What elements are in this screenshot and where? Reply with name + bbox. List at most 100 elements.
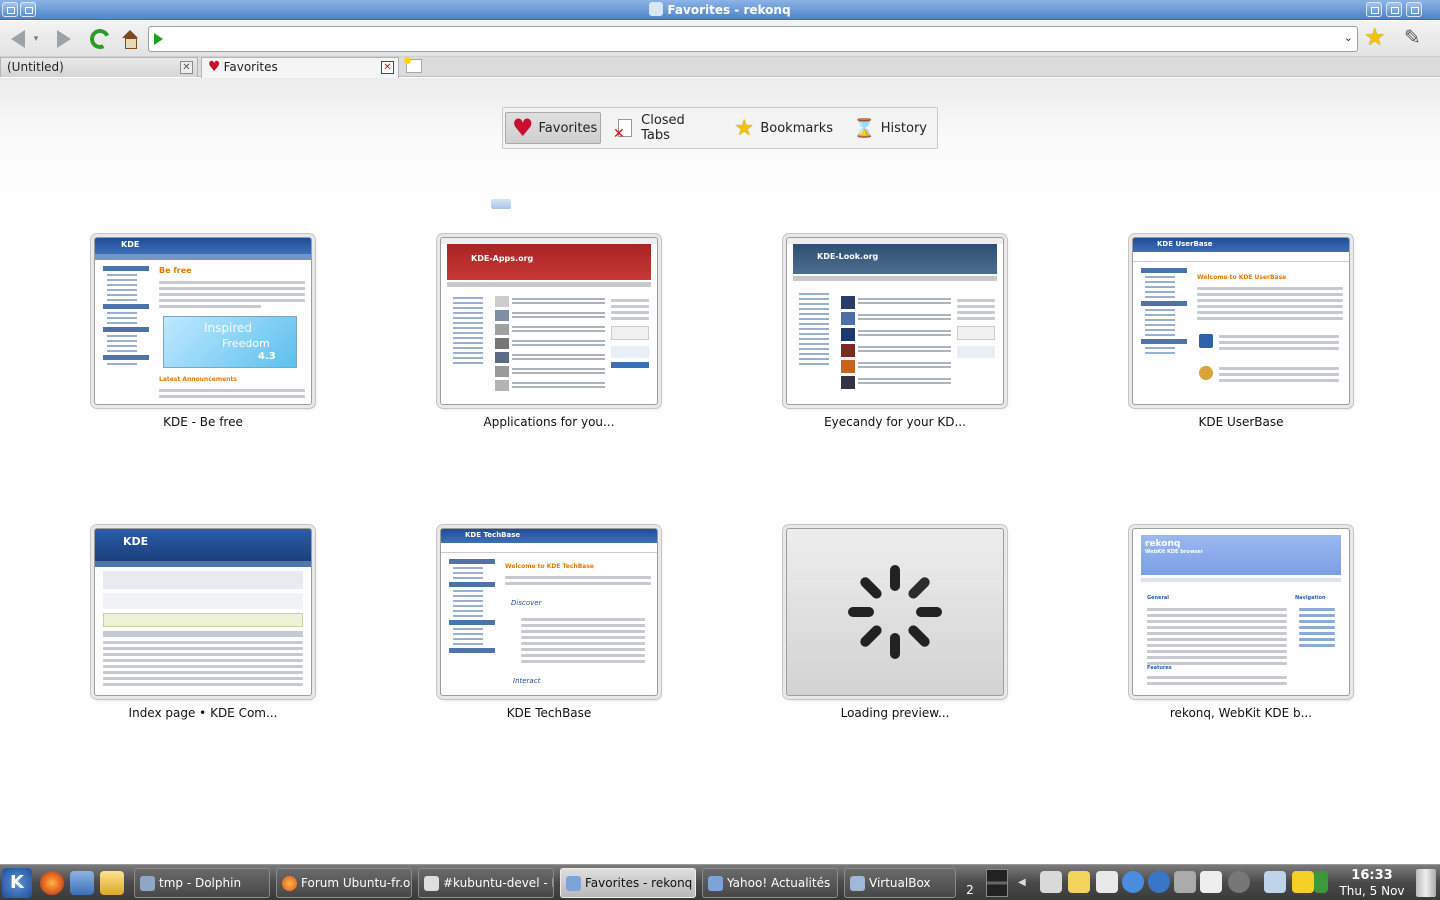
kde-menu-icon[interactable]: K xyxy=(2,868,32,898)
device-notifier-icon[interactable] xyxy=(1174,871,1196,893)
star-icon: ★ xyxy=(734,115,755,141)
tab-label: Favorites xyxy=(223,60,278,74)
close-window-button[interactable] xyxy=(1406,2,1422,17)
section-switcher: ♥ Favorites ✕ Closed Tabs ★ Bookmarks ⌛ Hist… xyxy=(502,107,938,149)
file-manager-icon[interactable] xyxy=(70,871,94,895)
section-bookmarks[interactable]: ★ Bookmarks xyxy=(727,112,839,144)
mini-page-header: KDE UserBase xyxy=(1133,238,1349,252)
preview-kde-userbase[interactable]: KDE UserBase Welcome to KDE UserBase xyxy=(1132,237,1350,405)
section-closed-tabs[interactable]: ✕ Closed Tabs xyxy=(607,112,721,144)
trash-icon[interactable] xyxy=(1416,869,1436,897)
task-forum-ubuntu[interactable]: Forum Ubuntu-fr.o xyxy=(276,868,412,898)
close-tab-icon[interactable]: ✕ xyxy=(381,61,394,74)
preview-kde-community-forums[interactable]: KDE xyxy=(94,528,312,696)
battery-icon[interactable] xyxy=(1314,871,1328,893)
heart-icon: ♥ xyxy=(208,59,221,75)
preview-caption[interactable]: rekonq, WebKit KDE b... xyxy=(1111,706,1371,720)
new-tab-page: ♥ Favorites ✕ Closed Tabs ★ Bookmarks ⌛ Hist… xyxy=(0,78,1440,864)
firefox-icon[interactable] xyxy=(40,871,64,895)
task-dolphin[interactable]: tmp - Dolphin xyxy=(134,868,270,898)
back-button[interactable] xyxy=(6,27,30,51)
task-virtualbox[interactable]: VirtualBox xyxy=(844,868,956,898)
new-tab-icon[interactable] xyxy=(404,57,422,73)
preview-caption[interactable]: Applications for you... xyxy=(419,415,679,429)
info-icon[interactable] xyxy=(1228,871,1250,893)
go-icon[interactable] xyxy=(154,33,163,45)
mini-heading: Latest Announcements xyxy=(159,376,237,383)
mini-heading: Welcome to KDE UserBase xyxy=(1197,274,1287,281)
task-group-count[interactable]: 2 xyxy=(960,868,980,898)
window-title: Favorites - rekonq xyxy=(0,2,1440,17)
task-kubuntu-devel[interactable]: #kubuntu-devel - I xyxy=(418,868,554,898)
mini-page-header: KDE xyxy=(95,529,311,561)
url-history-dropdown[interactable]: ⌄ xyxy=(1344,31,1353,44)
rekonq-icon xyxy=(566,876,581,891)
chat-icon xyxy=(424,876,439,891)
url-bar[interactable]: ⌄ xyxy=(148,26,1358,52)
taskbar: K tmp - Dolphin Forum Ubuntu-fr.o #kubun… xyxy=(0,864,1440,900)
dolphin-icon xyxy=(140,876,155,891)
tools-menu-icon[interactable]: ✎ xyxy=(1404,27,1421,47)
hourglass-icon: ⌛ xyxy=(853,117,876,139)
mini-page-header: KDE-Look.org xyxy=(793,244,997,274)
tab-favorites[interactable]: ♥ Favorites ✕ xyxy=(201,57,399,78)
tray-expand-icon[interactable]: ◀ xyxy=(1018,877,1026,888)
preview-applications[interactable]: KDE-Apps.org xyxy=(440,237,658,405)
preview-caption[interactable]: KDE UserBase xyxy=(1111,415,1371,429)
preview-caption[interactable]: KDE TechBase xyxy=(419,706,679,720)
display-icon[interactable] xyxy=(1264,871,1286,893)
notes-icon[interactable] xyxy=(1096,871,1118,893)
mini-heading: Be free xyxy=(159,266,192,275)
inspired-banner: Inspired Freedom 4.3 xyxy=(163,316,297,368)
preview-caption[interactable]: Loading preview... xyxy=(765,706,1025,720)
task-yahoo[interactable]: Yahoo! Actualités xyxy=(702,868,838,898)
reload-button[interactable] xyxy=(87,26,113,52)
mini-page-header: KDE TechBase xyxy=(441,529,657,543)
folder-icon[interactable] xyxy=(100,871,124,895)
url-input[interactable] xyxy=(169,30,1329,48)
preview-caption[interactable]: Index page • KDE Com... xyxy=(73,706,333,720)
mini-page-header: KDE-Apps.org xyxy=(447,244,651,280)
tab-untitled[interactable]: (Untitled) ✕ xyxy=(0,57,198,77)
preview-eyecandy[interactable]: KDE-Look.org xyxy=(786,237,1004,405)
power-icon[interactable] xyxy=(1292,871,1314,893)
volume-icon[interactable] xyxy=(1040,871,1062,893)
minimize-button[interactable] xyxy=(1366,2,1382,17)
maximize-button[interactable] xyxy=(1386,2,1402,17)
rekonq-icon xyxy=(708,876,723,891)
navigation-toolbar: ▾ ⌄ ★ ✎ xyxy=(0,21,1440,57)
window-titlebar[interactable]: Favorites - rekonq xyxy=(0,0,1440,20)
task-favorites-rekonq[interactable]: Favorites - rekonq xyxy=(560,868,696,898)
network-icon[interactable] xyxy=(1148,871,1170,893)
bookmark-star-icon[interactable]: ★ xyxy=(1364,25,1386,49)
desktop-pager[interactable] xyxy=(986,869,1008,897)
mini-page-header: rekonq WebKit KDE browser xyxy=(1141,535,1341,575)
forward-button[interactable] xyxy=(52,27,76,51)
kde-logo-icon xyxy=(1199,334,1213,348)
mini-heading: Welcome to KDE TechBase xyxy=(505,563,594,570)
preview-caption[interactable]: KDE - Be free xyxy=(73,415,333,429)
preview-loading[interactable] xyxy=(786,528,1004,696)
rekonq-app-icon xyxy=(649,2,664,16)
caret-down-icon: ▾ xyxy=(33,34,39,44)
section-favorites[interactable]: ♥ Favorites xyxy=(505,112,601,144)
preview-caption[interactable]: Eyecandy for your KD... xyxy=(765,415,1025,429)
clock[interactable]: 16:33 Thu, 5 Nov xyxy=(1332,868,1412,898)
preview-rekonq[interactable]: rekonq WebKit KDE browser General Featur… xyxy=(1132,528,1350,696)
klipper-icon[interactable] xyxy=(1068,871,1090,893)
mini-sidebar xyxy=(103,266,149,368)
virtualbox-icon xyxy=(850,876,865,891)
mini-page-header: KDE xyxy=(95,238,311,254)
reload-icon xyxy=(87,26,113,52)
preview-kde-be-free[interactable]: KDE Be free Inspired Freedom 4.3 Latest … xyxy=(94,237,312,405)
section-history[interactable]: ⌛ History xyxy=(847,112,933,144)
tab-label: (Untitled) xyxy=(7,60,64,74)
preview-kde-techbase[interactable]: KDE TechBase Welcome to KDE TechBase Dis… xyxy=(440,528,658,696)
home-icon xyxy=(121,30,139,49)
home-button[interactable] xyxy=(118,27,142,51)
close-tab-icon[interactable]: ✕ xyxy=(180,61,193,74)
back-history-dropdown[interactable]: ▾ xyxy=(30,27,42,51)
firefox-icon xyxy=(282,876,297,891)
update-icon[interactable] xyxy=(1122,871,1144,893)
messenger-icon[interactable] xyxy=(1200,871,1222,893)
